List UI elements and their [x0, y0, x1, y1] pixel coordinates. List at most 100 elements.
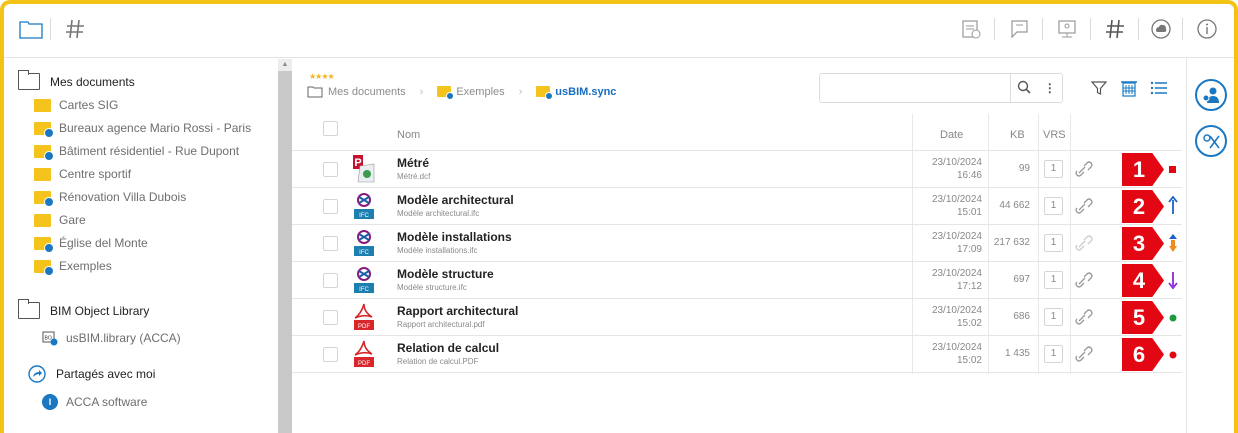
synced-folder-icon — [34, 236, 54, 253]
table-row[interactable]: IFC Modèle structure Modèle structure.ifc 2… — [292, 262, 1182, 299]
table-row[interactable]: PDF Relation de calcul Relation de calcul.… — [292, 336, 1182, 373]
version-badge[interactable]: 1 — [1044, 271, 1063, 289]
sidebar-scrollbar[interactable] — [278, 59, 292, 433]
file-filename: Rapport architectural.pdf — [397, 320, 485, 329]
table-row[interactable]: IFC Modèle architectural Modèle architectu… — [292, 188, 1182, 225]
sidebar-item-acca-software[interactable]: I ACCA software — [42, 391, 147, 413]
link-icon[interactable] — [1073, 307, 1095, 327]
chevron-right-icon: › — [518, 85, 523, 98]
link-icon[interactable] — [1073, 344, 1095, 364]
list-view-icon[interactable] — [1148, 77, 1170, 99]
file-browser: ★★★★ Mes documents › Exemples › usBIM.sy… — [292, 59, 1186, 433]
sidebar-item-cartes-sig[interactable]: Cartes SIG — [34, 94, 118, 116]
presentation-icon[interactable] — [1054, 16, 1080, 42]
sidebar-item-label: Rénovation Villa Dubois — [59, 190, 187, 204]
file-name[interactable]: Modèle structure — [397, 267, 494, 281]
breadcrumb-item-current[interactable]: usBIM.sync — [536, 86, 616, 100]
pdf-file-icon: PDF — [352, 339, 376, 369]
column-vrs[interactable]: VRS — [1043, 129, 1066, 141]
link-icon[interactable] — [1073, 233, 1095, 253]
row-checkbox[interactable] — [323, 236, 338, 251]
search-icon[interactable] — [1017, 80, 1031, 97]
callout-number-marker: 6 — [1122, 338, 1164, 371]
app-frame: Mes documents Cartes SIG Bureaux agence … — [0, 0, 1238, 433]
file-name[interactable]: Relation de calcul — [397, 341, 499, 355]
row-checkbox[interactable] — [323, 199, 338, 214]
row-checkbox[interactable] — [323, 347, 338, 362]
folder-icon — [34, 98, 51, 112]
file-size: 217 632 — [993, 237, 1030, 248]
hashtag-icon[interactable] — [1102, 16, 1128, 42]
row-checkbox[interactable] — [323, 310, 338, 325]
sidebar-root-mes-documents[interactable]: Mes documents — [18, 70, 135, 90]
sidebar-item-batiment-residentiel[interactable]: Bâtiment résidentiel - Rue Dupont — [34, 140, 239, 162]
sync-status-icon — [1168, 311, 1178, 328]
tools-settings-button[interactable] — [1195, 125, 1227, 157]
top-toolbar — [4, 4, 1234, 58]
version-badge[interactable]: 1 — [1044, 234, 1063, 252]
file-filename: Métré.dcf — [397, 172, 431, 181]
sidebar-item-centre-sportif[interactable]: Centre sportif — [34, 163, 131, 185]
chat-icon[interactable] — [1006, 16, 1032, 42]
toolbar-divider — [1090, 18, 1091, 40]
folder-icon[interactable] — [18, 16, 44, 42]
file-size: 1 435 — [1004, 348, 1030, 359]
sidebar-item-label: Gare — [59, 213, 86, 227]
version-badge[interactable]: 1 — [1044, 160, 1063, 178]
info-icon[interactable] — [1194, 16, 1220, 42]
breadcrumb-item-mes-documents[interactable]: Mes documents — [307, 85, 406, 98]
scroll-up-arrow-icon[interactable]: ▲ — [278, 59, 292, 71]
sidebar-item-exemples[interactable]: Exemples — [34, 255, 112, 277]
file-name[interactable]: Modèle installations — [397, 230, 512, 244]
breadcrumb-item-exemples[interactable]: Exemples — [437, 86, 505, 100]
trash-icon[interactable] — [1118, 77, 1140, 99]
svg-text:IFC: IFC — [359, 250, 369, 256]
users-settings-button[interactable] — [1195, 79, 1227, 111]
more-options-icon[interactable]: ⋮ — [1044, 81, 1056, 95]
toolbar-divider — [1182, 18, 1183, 40]
version-badge[interactable]: 1 — [1044, 197, 1063, 215]
select-all-checkbox[interactable] — [323, 121, 338, 136]
chevron-right-icon: › — [419, 85, 424, 98]
link-icon[interactable] — [1073, 196, 1095, 216]
sidebar-item-bureaux-agence[interactable]: Bureaux agence Mario Rossi - Paris — [34, 117, 251, 139]
filter-icon[interactable] — [1088, 77, 1110, 99]
table-row[interactable]: IFC Modèle installations Modèle installati… — [292, 225, 1182, 262]
column-date[interactable]: Date — [940, 129, 963, 141]
ifc-file-icon: IFC — [352, 191, 376, 221]
row-checkbox[interactable] — [323, 273, 338, 288]
version-badge[interactable]: 1 — [1044, 345, 1063, 363]
hashtag-icon[interactable] — [62, 16, 88, 42]
column-name[interactable]: Nom — [397, 129, 420, 141]
row-checkbox[interactable] — [323, 162, 338, 177]
synced-folder-icon — [34, 190, 54, 207]
table-row[interactable]: PDF Rapport architectural Rapport architec… — [292, 299, 1182, 336]
sidebar-item-eglise-del-monte[interactable]: Église del Monte — [34, 232, 148, 254]
search-input[interactable] — [826, 74, 1016, 102]
link-icon[interactable] — [1073, 159, 1095, 179]
calendar-icon[interactable] — [958, 16, 984, 42]
users-gear-icon — [1202, 87, 1219, 103]
file-date: 23/10/2024 17:12 — [931, 268, 982, 292]
file-name[interactable]: Métré — [397, 156, 429, 170]
sidebar-root-bim-library[interactable]: BIM Object Library — [18, 299, 149, 319]
file-filename: Relation de calcul.PDF — [397, 357, 479, 366]
sidebar-root-label: Partagés avec moi — [56, 367, 156, 381]
sidebar-item-renovation-villa[interactable]: Rénovation Villa Dubois — [34, 186, 186, 208]
cloud-icon[interactable] — [1148, 16, 1174, 42]
file-name[interactable]: Modèle architectural — [397, 193, 514, 207]
file-name[interactable]: Rapport architectural — [397, 304, 518, 318]
callout-number-marker: 2 — [1122, 190, 1164, 223]
sidebar-item-gare[interactable]: Gare — [34, 209, 86, 231]
column-kb[interactable]: KB — [1010, 129, 1025, 141]
version-badge[interactable]: 1 — [1044, 308, 1063, 326]
file-filename: Modèle installations.ifc — [397, 246, 478, 255]
table-row[interactable]: P Métré Métré.dcf 23/10/2024 16:46 99 1 1 — [292, 151, 1182, 188]
search-box: ⋮ — [819, 73, 1063, 103]
callout-number-marker: 3 — [1122, 227, 1164, 260]
synced-folder-icon — [34, 144, 54, 161]
sidebar-item-usbim-library[interactable]: BO usBIM.library (ACCA) — [42, 327, 181, 349]
link-icon[interactable] — [1073, 270, 1095, 290]
sidebar-root-shared[interactable]: Partagés avec moi — [28, 365, 155, 383]
toolbar-divider — [50, 18, 51, 40]
